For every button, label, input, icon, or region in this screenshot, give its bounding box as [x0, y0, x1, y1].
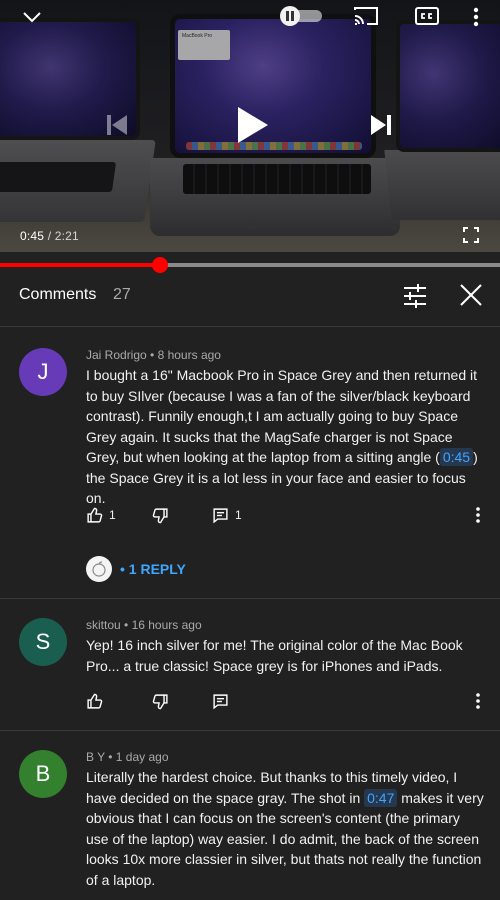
- dislike-button[interactable]: [152, 691, 169, 711]
- comment-author[interactable]: Jai Rodrigo: [86, 348, 147, 362]
- fullscreen-icon[interactable]: [462, 226, 480, 244]
- avatar[interactable]: B: [19, 750, 67, 798]
- avatar-letter: B: [35, 761, 51, 786]
- dislike-button[interactable]: [152, 505, 169, 525]
- apple-logo-icon: [92, 561, 106, 577]
- comment-age: 16 hours ago: [131, 618, 202, 632]
- skip-next-icon[interactable]: [368, 112, 394, 138]
- video-timecode: 0:45 / 2:21: [20, 229, 79, 243]
- comment-actions: 1 1: [86, 505, 486, 525]
- comment-item: S skittou • 16 hours ago Yep! 16 inch si…: [0, 600, 500, 731]
- cast-icon[interactable]: [352, 5, 380, 27]
- comments-title: Comments: [19, 286, 97, 303]
- timestamp-link[interactable]: 0:47: [364, 788, 398, 807]
- video-player[interactable]: MacBook Pro 0:45 / 2:21: [0, 0, 500, 252]
- comment-age: 8 hours ago: [157, 348, 221, 362]
- comments-header: Comments 27: [0, 267, 500, 327]
- comment-age: 1 day ago: [115, 750, 169, 764]
- more-vert-icon[interactable]: [470, 505, 486, 525]
- comment-text: I bought a 16" Macbook Pro in Space Grey…: [86, 365, 486, 509]
- avatar-letter: S: [35, 629, 51, 654]
- comments-count: 27: [113, 286, 131, 303]
- avatar[interactable]: S: [19, 618, 67, 666]
- comment-author[interactable]: B Y: [86, 750, 105, 764]
- comment-meta: Jai Rodrigo • 8 hours ago: [86, 348, 221, 362]
- replies-link[interactable]: • 1 REPLY: [120, 561, 186, 577]
- closed-captions-icon[interactable]: [414, 6, 440, 26]
- comment-item: B B Y • 1 day ago Literally the hardest …: [0, 732, 500, 900]
- time-separator: /: [44, 229, 55, 243]
- comment-text: Literally the hardest choice. But thanks…: [86, 767, 486, 890]
- close-icon[interactable]: [459, 283, 485, 309]
- video-duration: 2:21: [54, 229, 79, 243]
- reply-button[interactable]: 1: [212, 505, 242, 525]
- comment-text-part: I bought a 16" Macbook Pro in Space Grey…: [86, 367, 477, 465]
- avatar-letter: J: [37, 359, 49, 384]
- reply-avatar: [86, 556, 112, 582]
- timestamp-link[interactable]: 0:45: [439, 448, 474, 466]
- comment-meta: B Y • 1 day ago: [86, 750, 169, 764]
- more-vert-icon[interactable]: [466, 6, 486, 28]
- autoplay-toggle[interactable]: [280, 6, 324, 26]
- pause-icon: [280, 6, 300, 26]
- skip-previous-icon[interactable]: [104, 112, 130, 138]
- comment-item: J Jai Rodrigo • 8 hours ago I bought a 1…: [0, 328, 500, 599]
- more-vert-icon[interactable]: [470, 691, 486, 711]
- like-button[interactable]: 1: [86, 505, 116, 525]
- comment-meta: skittou • 16 hours ago: [86, 618, 202, 632]
- replies-link-label: 1 REPLY: [128, 561, 186, 577]
- reply-button[interactable]: [212, 691, 229, 711]
- like-button[interactable]: [86, 691, 103, 711]
- comment-text: Yep! 16 inch silver for me! The original…: [86, 637, 463, 674]
- comment-actions: [86, 691, 486, 711]
- filter-sort-icon[interactable]: [402, 283, 428, 309]
- play-icon[interactable]: [232, 104, 272, 146]
- view-replies[interactable]: • 1 REPLY: [86, 555, 186, 583]
- chevron-down-icon[interactable]: [18, 6, 46, 28]
- avatar[interactable]: J: [19, 348, 67, 396]
- current-time: 0:45: [20, 229, 45, 243]
- reply-count: 1: [235, 508, 242, 522]
- like-count: 1: [109, 508, 116, 522]
- comment-author[interactable]: skittou: [86, 618, 121, 632]
